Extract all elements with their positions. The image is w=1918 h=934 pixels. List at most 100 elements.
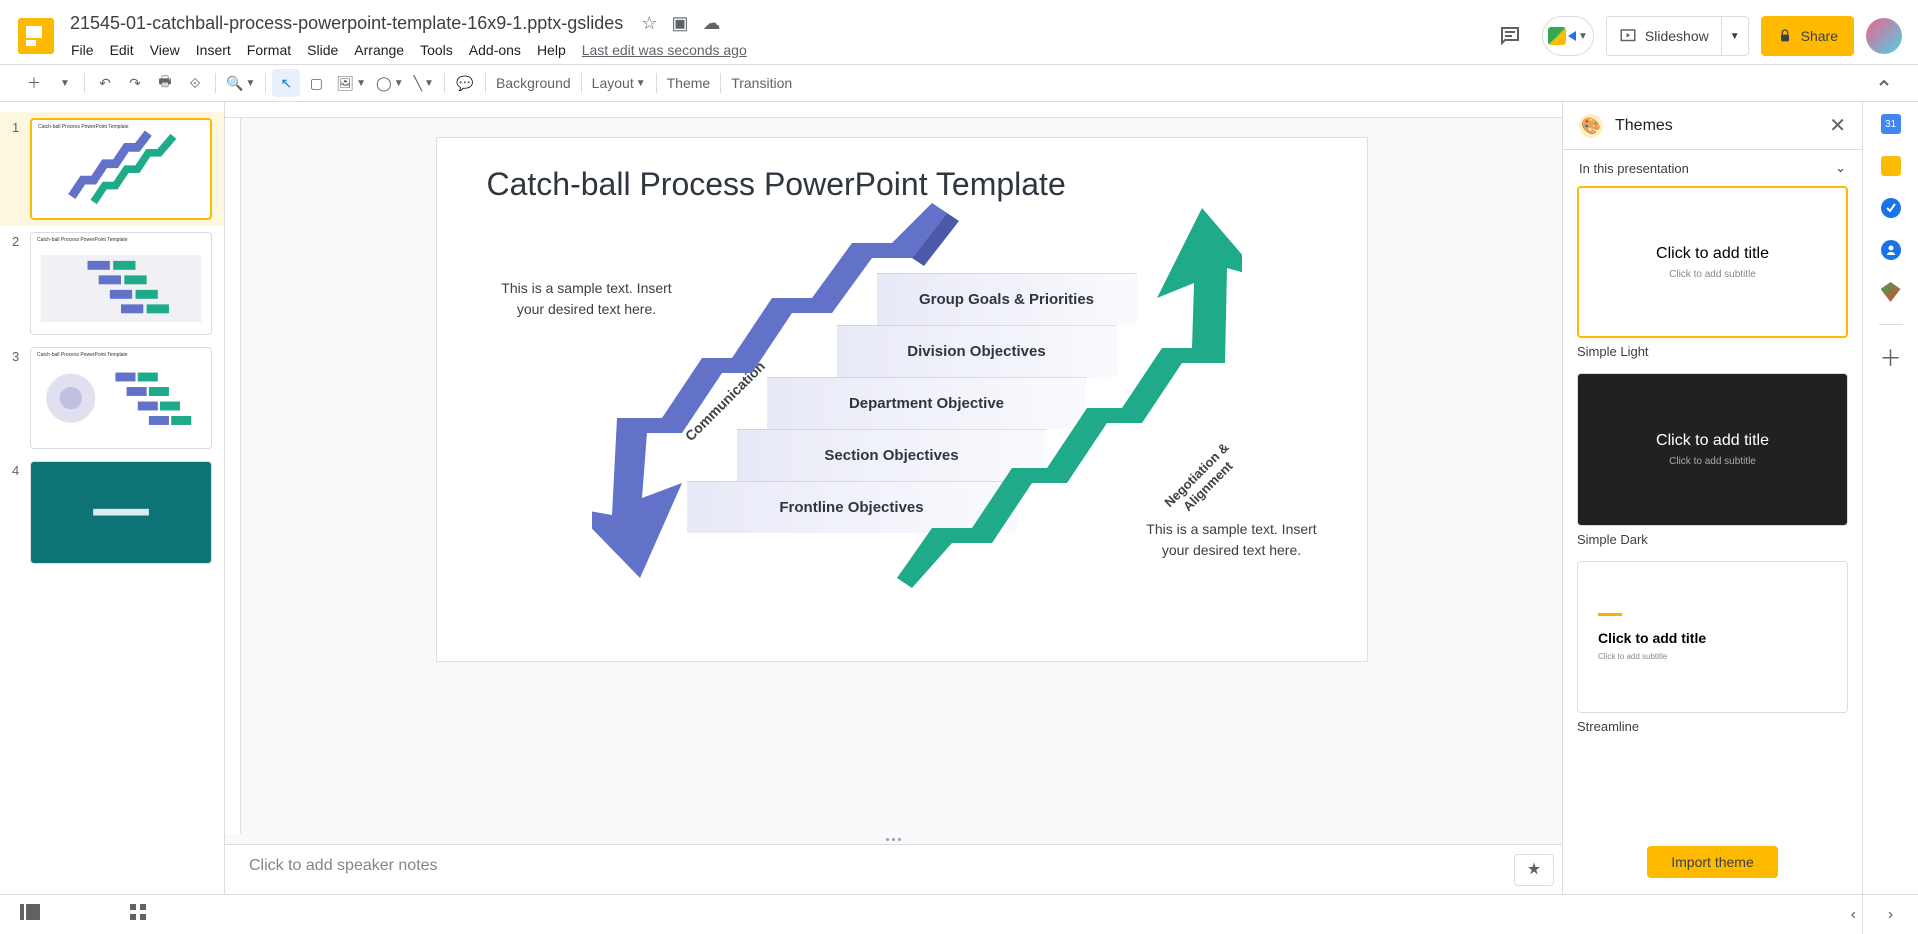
slide-thumbnail-4[interactable] bbox=[30, 461, 212, 563]
user-avatar[interactable] bbox=[1866, 18, 1902, 54]
slides-logo[interactable] bbox=[16, 16, 56, 56]
paint-format-button[interactable]: ⟐ bbox=[181, 69, 209, 97]
notes-drag-handle[interactable] bbox=[225, 834, 1562, 844]
slide-container[interactable]: Catch-ball Process PowerPoint Template T… bbox=[241, 118, 1562, 834]
menu-format[interactable]: Format bbox=[240, 38, 298, 62]
side-panel: 31 ＋ bbox=[1862, 102, 1918, 894]
chevron-down-icon: ▼ bbox=[356, 78, 366, 89]
separator bbox=[656, 73, 657, 93]
shape-tool[interactable]: ◯▼ bbox=[372, 69, 408, 97]
theme-preview[interactable]: Click to add title Click to add subtitle bbox=[1577, 373, 1848, 525]
menu-view[interactable]: View bbox=[143, 38, 187, 62]
add-addon-button[interactable]: ＋ bbox=[1881, 347, 1901, 367]
speaker-notes[interactable]: Click to add speaker notes bbox=[225, 844, 1562, 894]
separator bbox=[84, 73, 85, 93]
share-button[interactable]: Share bbox=[1761, 16, 1854, 56]
thumb-row: 4 bbox=[0, 461, 224, 575]
contacts-icon[interactable] bbox=[1881, 240, 1901, 260]
layout-button[interactable]: Layout▼ bbox=[588, 69, 650, 97]
ruler-horizontal bbox=[225, 102, 1562, 118]
menu-addons[interactable]: Add-ons bbox=[462, 38, 528, 62]
menu-arrange[interactable]: Arrange bbox=[347, 38, 411, 62]
palette-icon: 🎨 bbox=[1579, 114, 1603, 138]
close-panel-button[interactable]: ✕ bbox=[1829, 113, 1846, 138]
undo-button[interactable]: ↶ bbox=[91, 69, 119, 97]
theme-button[interactable]: Theme bbox=[663, 69, 715, 97]
themes-panel: 🎨 Themes ✕ In this presentation ⌄ Click … bbox=[1562, 102, 1862, 894]
chevron-down-icon: ▼ bbox=[636, 78, 646, 89]
menu-slide[interactable]: Slide bbox=[300, 38, 345, 62]
thumb-content bbox=[32, 120, 210, 218]
last-edit[interactable]: Last edit was seconds ago bbox=[575, 38, 754, 62]
slide-canvas[interactable]: Catch-ball Process PowerPoint Template T… bbox=[437, 138, 1367, 661]
menu-help[interactable]: Help bbox=[530, 38, 573, 62]
print-button[interactable]: 🖶 bbox=[151, 69, 179, 97]
select-tool[interactable]: ↖ bbox=[272, 69, 300, 97]
theme-name: Simple Dark bbox=[1577, 532, 1848, 547]
star-icon[interactable]: ☆ bbox=[641, 13, 657, 34]
filmstrip-view-button[interactable] bbox=[20, 904, 40, 925]
image-tool[interactable]: 🖼▼ bbox=[332, 69, 370, 97]
tasks-icon[interactable] bbox=[1881, 198, 1901, 218]
slideshow-dropdown[interactable]: ▼ bbox=[1721, 16, 1748, 56]
thumb-number: 1 bbox=[12, 118, 30, 135]
thumb-content bbox=[31, 348, 211, 448]
meet-button[interactable]: ▼ bbox=[1542, 16, 1594, 56]
new-slide-button[interactable]: ＋ bbox=[20, 69, 48, 97]
theme-name: Streamline bbox=[1577, 719, 1848, 734]
theme-preview[interactable]: Click to add title Click to add subtitle bbox=[1577, 186, 1848, 338]
thumb-content bbox=[31, 233, 211, 333]
slide-thumbnail-3[interactable]: Catch-ball Process PowerPoint Template bbox=[30, 347, 212, 449]
slide-thumbnail-1[interactable]: Catch-ball Process PowerPoint Template bbox=[30, 118, 212, 220]
menu-edit[interactable]: Edit bbox=[103, 38, 141, 62]
document-title[interactable]: 21545-01-catchball-process-powerpoint-te… bbox=[64, 11, 629, 36]
theme-item-streamline[interactable]: Click to add title Click to add subtitle… bbox=[1577, 561, 1848, 734]
canvas-body: Catch-ball Process PowerPoint Template T… bbox=[225, 118, 1562, 834]
theme-preview[interactable]: Click to add title Click to add subtitle bbox=[1577, 561, 1848, 713]
theme-item-simple-dark[interactable]: Click to add title Click to add subtitle… bbox=[1577, 373, 1848, 546]
transition-button[interactable]: Transition bbox=[727, 69, 796, 97]
ruler-vertical bbox=[225, 118, 241, 834]
explore-button[interactable] bbox=[1514, 854, 1554, 886]
chevron-down-icon: ▼ bbox=[394, 78, 404, 89]
themes-list[interactable]: Click to add title Click to add subtitle… bbox=[1563, 186, 1862, 834]
textbox-tool[interactable]: ▢ bbox=[302, 69, 330, 97]
comments-icon[interactable] bbox=[1490, 16, 1530, 56]
sidepanel-toggle[interactable]: › bbox=[1862, 894, 1918, 934]
import-theme-button[interactable]: Import theme bbox=[1647, 846, 1777, 878]
drag-dots-icon bbox=[886, 838, 901, 841]
slide-thumbnail-2[interactable]: Catch-ball Process PowerPoint Template bbox=[30, 232, 212, 334]
grid-view-button[interactable] bbox=[130, 904, 146, 925]
comment-tool[interactable]: 💬 bbox=[451, 69, 479, 97]
calendar-icon[interactable]: 31 bbox=[1881, 114, 1901, 134]
zoom-button[interactable]: 🔍▼ bbox=[222, 69, 259, 97]
redo-button[interactable]: ↷ bbox=[121, 69, 149, 97]
separator bbox=[444, 73, 445, 93]
slides-logo-icon bbox=[18, 18, 54, 54]
main-area: 1 Catch-ball Process PowerPoint Template… bbox=[0, 102, 1918, 894]
header-right: ▼ Slideshow ▼ Share bbox=[1490, 16, 1902, 56]
thumb-content bbox=[31, 462, 211, 562]
slideshow-button[interactable]: Slideshow ▼ bbox=[1606, 16, 1749, 56]
separator bbox=[485, 73, 486, 93]
separator bbox=[581, 73, 582, 93]
theme-item-simple-light[interactable]: Click to add title Click to add subtitle… bbox=[1577, 186, 1848, 359]
menubar: File Edit View Insert Format Slide Arran… bbox=[64, 38, 1490, 62]
keep-icon[interactable] bbox=[1881, 156, 1901, 176]
themes-section-header[interactable]: In this presentation ⌄ bbox=[1563, 150, 1862, 186]
background-button[interactable]: Background bbox=[492, 69, 575, 97]
collapse-filmstrip-button[interactable]: ‹ bbox=[1851, 906, 1856, 924]
green-arrow[interactable] bbox=[882, 198, 1242, 598]
menu-tools[interactable]: Tools bbox=[413, 38, 460, 62]
theme-preview-title: Click to add title bbox=[1598, 630, 1706, 646]
menu-file[interactable]: File bbox=[64, 38, 101, 62]
share-label: Share bbox=[1801, 28, 1838, 44]
menu-insert[interactable]: Insert bbox=[189, 38, 238, 62]
collapse-toolbar-button[interactable] bbox=[1870, 69, 1898, 97]
move-icon[interactable]: ▣ bbox=[671, 13, 688, 34]
chevron-down-icon: ▼ bbox=[60, 78, 70, 89]
maps-icon[interactable] bbox=[1881, 282, 1901, 302]
cloud-icon[interactable]: ☁ bbox=[702, 13, 720, 34]
new-slide-dropdown[interactable]: ▼ bbox=[50, 69, 78, 97]
line-tool[interactable]: ╲▼ bbox=[410, 69, 438, 97]
